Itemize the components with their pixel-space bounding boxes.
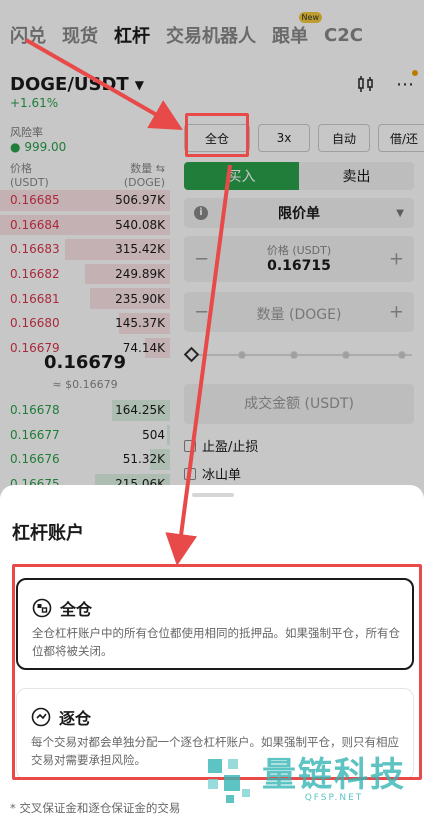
annotation-highlight-mode bbox=[185, 113, 249, 157]
trading-screen: 闪兑 现货 杠杆 交易机器人 跟单 New C2C DOGE/USDT ▼ +1.… bbox=[0, 0, 424, 819]
sheet-handle[interactable] bbox=[192, 493, 234, 497]
footnote: * 交叉保证金和逐仓保证金的交易 bbox=[10, 801, 181, 815]
sheet-title: 杠杆账户 bbox=[12, 523, 84, 544]
watermark-name: 量链科技 bbox=[262, 755, 406, 795]
watermark-logo-icon bbox=[208, 759, 250, 803]
watermark: 量链科技 QFSP.NET bbox=[204, 755, 406, 805]
annotation-highlight-options bbox=[12, 564, 422, 780]
